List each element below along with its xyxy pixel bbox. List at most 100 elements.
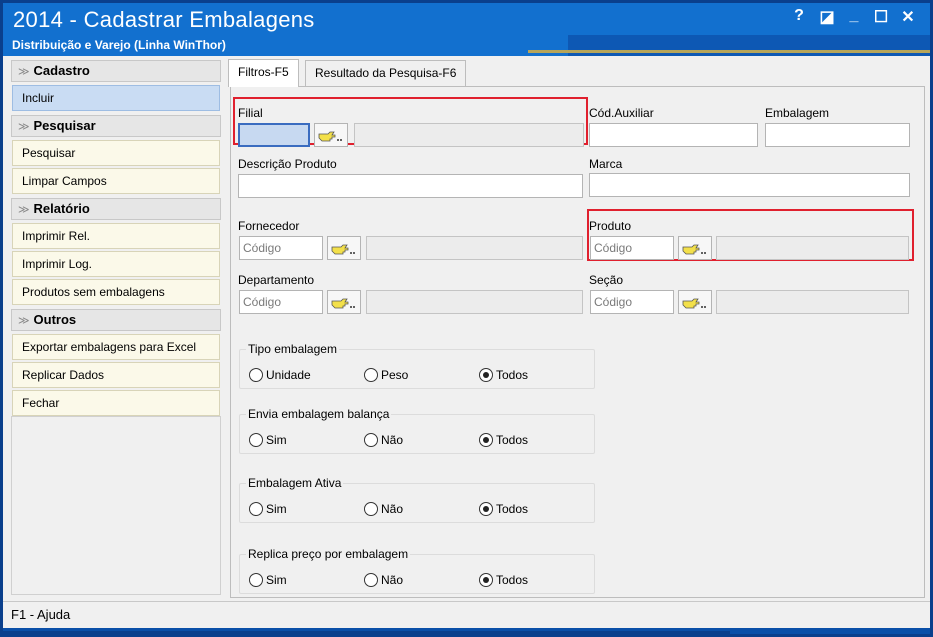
- fornecedor-label: Fornecedor: [238, 219, 300, 233]
- radio-label: Peso: [381, 368, 409, 382]
- radio-label: Sim: [266, 433, 287, 447]
- window-subtitle: Distribuição e Varejo (Linha WinThor): [12, 38, 226, 52]
- secao-lookup-button[interactable]: [678, 290, 712, 314]
- window-title: 2014 - Cadastrar Embalagens: [13, 7, 315, 32]
- sidebar-item-imprimir-rel[interactable]: Imprimir Rel.: [12, 223, 220, 249]
- radio-label: Não: [381, 433, 404, 447]
- sidebar-item-limpar-campos[interactable]: Limpar Campos: [12, 168, 220, 194]
- embalagem-label: Embalagem: [765, 106, 830, 120]
- filial-lookup-button[interactable]: [314, 123, 348, 147]
- radio-circle-icon: [249, 368, 263, 382]
- radio-circle-icon: [364, 502, 378, 516]
- balanca-sim-radio[interactable]: Sim: [249, 433, 287, 447]
- status-bar: F1 - Ajuda: [3, 601, 930, 628]
- collapse-chevron-icon: ≫: [18, 66, 30, 78]
- secao-label: Seção: [589, 273, 624, 287]
- fornecedor-description-field: [366, 236, 583, 260]
- balanca-todos-radio[interactable]: Todos: [479, 433, 528, 447]
- ativa-title: Embalagem Ativa: [246, 476, 344, 490]
- descricao-produto-label: Descrição Produto: [238, 157, 337, 171]
- balanca-nao-radio[interactable]: Não: [364, 433, 403, 447]
- filial-description-field: [354, 123, 584, 147]
- cod-auxiliar-label: Cód.Auxiliar: [589, 106, 654, 120]
- client-area: ≫ Cadastro Incluir ≫ Pesquisar Pesquisar L…: [3, 56, 930, 628]
- status-help-text: F1 - Ajuda: [11, 607, 71, 622]
- collapse-chevron-icon: ≫: [18, 315, 30, 327]
- departamento-lookup-button[interactable]: [327, 290, 361, 314]
- radio-circle-icon: [249, 433, 263, 447]
- sidebar-item-produtos-sem-embalagens[interactable]: Produtos sem embalagens: [12, 279, 220, 305]
- sidebar-item-exportar-excel[interactable]: Exportar embalagens para Excel: [12, 334, 220, 360]
- maximize-button[interactable]: ☐: [872, 7, 890, 27]
- sidebar-section-outros[interactable]: ≫ Outros: [11, 309, 221, 331]
- radio-label: Todos: [496, 502, 529, 516]
- restore-icon[interactable]: ◪: [818, 7, 836, 27]
- filial-label: Filial: [238, 106, 263, 120]
- frame-shadow: [0, 631, 730, 637]
- radio-label: Todos: [496, 368, 529, 382]
- sidebar-section-cadastro[interactable]: ≫ Cadastro: [11, 60, 221, 82]
- sidebar-item-fechar[interactable]: Fechar: [12, 390, 220, 416]
- ativa-nao-radio[interactable]: Não: [364, 502, 403, 516]
- close-button[interactable]: ✕: [899, 7, 917, 27]
- departamento-description-field: [366, 290, 583, 314]
- ativa-todos-radio[interactable]: Todos: [479, 502, 528, 516]
- sidebar-item-imprimir-log[interactable]: Imprimir Log.: [12, 251, 220, 277]
- section-title: Outros: [33, 312, 77, 327]
- sidebar-section-pesquisar[interactable]: ≫ Pesquisar: [11, 115, 221, 137]
- departamento-code-input[interactable]: Código: [239, 290, 323, 314]
- secao-code-input[interactable]: Código: [590, 290, 674, 314]
- replica-todos-radio[interactable]: Todos: [479, 573, 528, 587]
- radio-selected-icon: [479, 573, 493, 587]
- radio-label: Unidade: [266, 368, 311, 382]
- radio-selected-icon: [479, 502, 493, 516]
- descricao-produto-input[interactable]: [238, 174, 583, 198]
- radio-selected-icon: [479, 433, 493, 447]
- replica-title: Replica preço por embalagem: [246, 547, 411, 561]
- sidebar-item-incluir[interactable]: Incluir: [12, 85, 220, 111]
- minimize-button[interactable]: _: [845, 7, 863, 25]
- replica-nao-radio[interactable]: Não: [364, 573, 403, 587]
- collapse-chevron-icon: ≫: [18, 204, 30, 216]
- radio-label: Não: [381, 502, 404, 516]
- sidebar-item-pesquisar[interactable]: Pesquisar: [12, 140, 220, 166]
- tab-resultado-pesquisa[interactable]: Resultado da Pesquisa-F6: [305, 60, 467, 86]
- filial-code-input[interactable]: [238, 123, 310, 147]
- produto-lookup-button[interactable]: [678, 236, 712, 260]
- radio-circle-icon: [364, 368, 378, 382]
- embalagem-input[interactable]: [765, 123, 910, 147]
- tipo-peso-radio[interactable]: Peso: [364, 368, 408, 382]
- section-title: Cadastro: [33, 63, 90, 78]
- radio-circle-icon: [364, 573, 378, 587]
- fornecedor-code-input[interactable]: Código: [239, 236, 323, 260]
- tipo-embalagem-title: Tipo embalagem: [246, 342, 339, 356]
- tipo-unidade-radio[interactable]: Unidade: [249, 368, 311, 382]
- radio-circle-icon: [249, 573, 263, 587]
- title-strip-line: [528, 50, 930, 53]
- radio-label: Todos: [496, 433, 529, 447]
- produto-code-input[interactable]: Código: [590, 236, 674, 260]
- radio-label: Todos: [496, 573, 529, 587]
- marca-input[interactable]: [589, 173, 910, 197]
- radio-circle-icon: [249, 502, 263, 516]
- produto-label: Produto: [589, 219, 632, 233]
- marca-label: Marca: [589, 157, 623, 171]
- tab-filtros[interactable]: Filtros-F5: [228, 59, 299, 87]
- tipo-todos-radio[interactable]: Todos: [479, 368, 528, 382]
- lookup-hand-icon: [682, 298, 706, 309]
- ativa-sim-radio[interactable]: Sim: [249, 502, 287, 516]
- radio-label: Não: [381, 573, 404, 587]
- cod-auxiliar-input[interactable]: [589, 123, 758, 147]
- filters-panel: Filial Cód.Auxiliar Embalagem Descrição …: [230, 86, 925, 598]
- section-title: Relatório: [33, 201, 90, 216]
- produto-description-field: [716, 236, 909, 260]
- lookup-hand-icon: [682, 244, 706, 255]
- help-button[interactable]: ?: [790, 7, 808, 25]
- fornecedor-lookup-button[interactable]: [327, 236, 361, 260]
- sidebar-empty-area: [11, 416, 221, 595]
- title-bar[interactable]: 2014 - Cadastrar Embalagens Distribuição…: [3, 3, 930, 56]
- sidebar-section-relatorio[interactable]: ≫ Relatório: [11, 198, 221, 220]
- sidebar-item-replicar-dados[interactable]: Replicar Dados: [12, 362, 220, 388]
- replica-sim-radio[interactable]: Sim: [249, 573, 287, 587]
- secao-description-field: [716, 290, 909, 314]
